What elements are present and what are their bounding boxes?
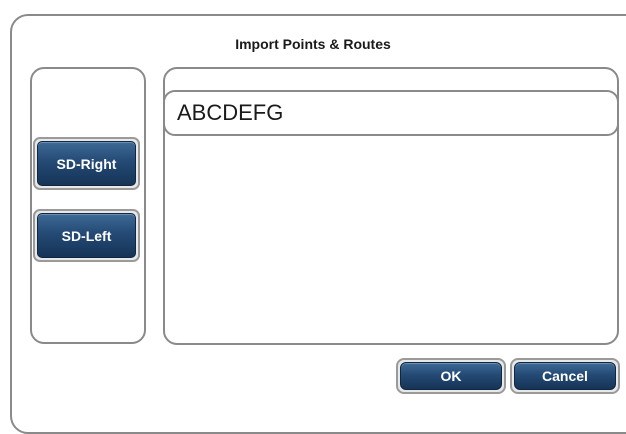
- sd-left-button-label: SD-Left: [37, 213, 136, 258]
- ok-button-label: OK: [400, 362, 502, 390]
- sd-right-button-label: SD-Right: [37, 141, 136, 186]
- cancel-button-label: Cancel: [514, 362, 616, 390]
- sd-left-button[interactable]: SD-Left: [33, 209, 140, 262]
- file-list-item[interactable]: ABCDEFG: [163, 90, 619, 136]
- dialog-title: Import Points & Routes: [235, 36, 391, 52]
- ok-button[interactable]: OK: [396, 358, 506, 394]
- source-panel: [30, 67, 146, 344]
- sd-right-button[interactable]: SD-Right: [33, 137, 140, 190]
- cancel-button[interactable]: Cancel: [510, 358, 620, 394]
